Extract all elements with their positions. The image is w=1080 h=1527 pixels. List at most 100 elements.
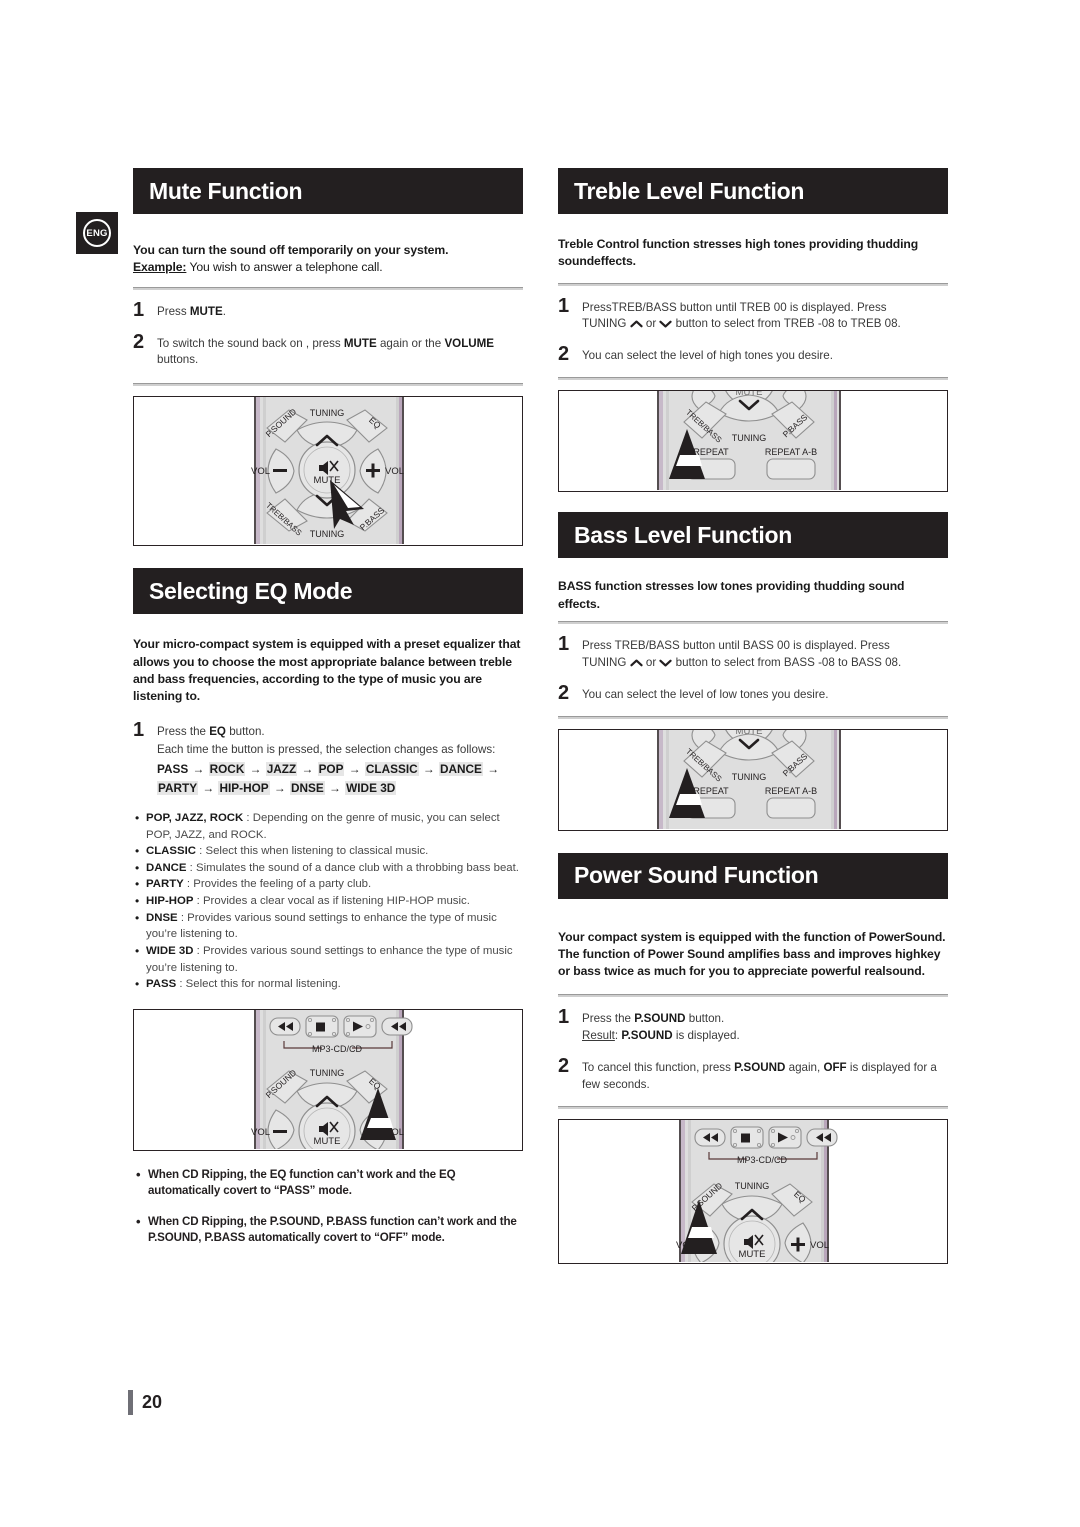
svg-text:VOL: VOL — [251, 1127, 270, 1138]
step-number: 2 — [558, 681, 570, 704]
page-number: 20 — [128, 1390, 162, 1415]
eq-mode-text: : Provides a clear vocal as if listening… — [193, 895, 470, 908]
eq-mode-classic: CLASSIC — [364, 762, 419, 777]
power-sound-title: Power Sound Function — [574, 862, 819, 888]
divider — [133, 383, 523, 387]
arrow-icon: → — [270, 781, 289, 796]
divider — [133, 286, 523, 290]
eq-mode-text: : Select this when listening to classica… — [196, 845, 429, 858]
arrow-icon: → — [246, 762, 265, 777]
divider — [558, 715, 948, 719]
eq-mode-party: PARTY — [157, 781, 199, 796]
eq-mode-term: PARTY — [146, 878, 184, 891]
step-text: Press the P.SOUND button. Result: P.SOUN… — [582, 1012, 740, 1043]
remote-dpad-mute-svg: MUTE P.SOUND EQ TREB/BASS P.BASS TUNING … — [251, 397, 404, 545]
divider — [558, 282, 948, 286]
remote-trebbass-svg-1: MUTE TUNING TREB/BASS P.BASS — [657, 391, 841, 491]
mute-intro: You can turn the sound off temporarily o… — [133, 243, 449, 275]
svg-text:TUNING: TUNING — [310, 1068, 345, 1078]
svg-text:TUNING: TUNING — [310, 408, 345, 418]
illustration-remote-dpad-mute: MUTE P.SOUND EQ TREB/BASS P.BASS TUNING … — [133, 396, 523, 547]
eq-mode-term: DNSE — [146, 911, 178, 924]
eq-mode-description: PASS : Select this for normal listening. — [133, 976, 523, 993]
remote-transport-eq-svg: MP3-CD/CD MUTE P.SOUND EQ TUNING VOL VOL — [251, 1009, 413, 1149]
illustration-remote-psound: MP3-CD/CD MUTE P.SOUND EQ TUNING VOL — [558, 1118, 948, 1264]
svg-text:REPEAT A-B: REPEAT A-B — [765, 447, 817, 457]
step-text: Press the EQ button. Each time the butto… — [157, 720, 523, 798]
eq-mode-dnse: DNSE — [290, 781, 325, 796]
eq-mode-description: HIP-HOP : Provides a clear vocal as if l… — [133, 893, 523, 910]
step-item: 1 Press MUTE. — [133, 298, 523, 321]
note-item: When CD Ripping, the P.SOUND, P.BASS fun… — [133, 1213, 523, 1247]
step-item: 1 Press TREB/BASS button until BASS 00 i… — [558, 632, 948, 672]
svg-text:TUNING: TUNING — [732, 772, 767, 782]
power-sound-steps: 1 Press the P.SOUND button. Result: P.SO… — [558, 1007, 948, 1093]
eq-mode-description: WIDE 3D : Provides various sound setting… — [133, 943, 523, 976]
section-header-treble: Treble Level Function — [558, 168, 948, 214]
eq-intro: Your micro-compact system is equipped wi… — [133, 637, 521, 704]
step-number: 1 — [558, 632, 570, 655]
section-header-bass: Bass Level Function — [558, 512, 948, 559]
eq-mode-wide-3d: WIDE 3D — [345, 781, 397, 796]
arrow-icon: → — [199, 781, 218, 796]
eq-mode-jazz: JAZZ — [265, 762, 298, 777]
eq-mode-pop: POP — [317, 762, 345, 777]
left-column: Mute Function You can turn the sound off… — [133, 168, 523, 1261]
svg-text:MP3-CD/CD: MP3-CD/CD — [312, 1044, 363, 1054]
svg-text:MP3-CD/CD: MP3-CD/CD — [737, 1155, 788, 1165]
eq-mode-text: : Provides the feeling of a party club. — [183, 878, 372, 891]
bass-intro: BASS function stresses low tones providi… — [558, 579, 905, 611]
chevron-up-icon — [630, 659, 643, 667]
section-header-power-sound: Power Sound Function — [558, 852, 948, 899]
chevron-down-icon — [659, 320, 673, 328]
eq-mode-text: : Select this for normal listening. — [176, 978, 341, 991]
illustration-remote-transport-eq: MP3-CD/CD MUTE P.SOUND EQ TUNING VOL VOL — [133, 1008, 523, 1151]
arrow-icon: → — [483, 762, 500, 777]
step-text: You can select the level of low tones yo… — [582, 687, 829, 701]
arrow-icon: → — [189, 762, 208, 777]
step-text: PressTREB/BASS button until TREB 00 is d… — [582, 300, 901, 331]
svg-text:VOL: VOL — [251, 466, 270, 477]
eq-mode-rock: ROCK — [208, 762, 246, 777]
svg-text:REPEAT A-B: REPEAT A-B — [765, 786, 817, 796]
step-item: 2 To switch the sound back on , press MU… — [133, 330, 523, 370]
step-number: 2 — [133, 330, 145, 353]
step-item: 1 Press the P.SOUND button. Result: P.SO… — [558, 1007, 948, 1045]
eq-mode-term: WIDE 3D — [146, 945, 194, 958]
arrow-icon: → — [325, 781, 345, 796]
step-number: 1 — [558, 294, 570, 317]
step-item: 2 You can select the level of low tones … — [558, 681, 948, 704]
eq-mode-text: : Provides various sound settings to enh… — [146, 911, 497, 941]
power-sound-intro: Your compact system is equipped with the… — [558, 929, 946, 979]
language-badge: ENG — [76, 212, 118, 254]
note-item: When CD Ripping, the EQ function can’t w… — [133, 1166, 523, 1200]
arrow-icon: → — [419, 762, 438, 777]
step-item: 2 To cancel this function, press P.SOUND… — [558, 1056, 948, 1094]
treble-steps: 1 PressTREB/BASS button until TREB 00 is… — [558, 294, 948, 366]
manual-page: ENG Mute Function You can turn the sound… — [0, 0, 1080, 1527]
step-text: You can select the level of high tones y… — [582, 349, 833, 363]
eq-mode-pass: PASS — [157, 762, 189, 777]
treble-intro: Treble Control function stresses high to… — [558, 237, 919, 269]
section-header-mute: Mute Function — [133, 168, 523, 214]
step-number: 1 — [558, 1006, 570, 1029]
step-item: 2 You can select the level of high tones… — [558, 344, 948, 365]
step-number: 1 — [133, 718, 145, 741]
language-badge-label: ENG — [83, 219, 111, 247]
eq-step-sub: Each time the button is pressed, the sel… — [157, 743, 496, 757]
page-number-bar — [128, 1390, 133, 1415]
step-number: 2 — [558, 343, 570, 366]
eq-mode-description: POP, JAZZ, ROCK : Depending on the genre… — [133, 810, 523, 843]
step-number: 1 — [133, 298, 145, 321]
step-number: 2 — [558, 1055, 570, 1078]
step-text: Press MUTE. — [157, 304, 226, 318]
svg-text:MUTE: MUTE — [314, 1136, 341, 1147]
svg-text:TUNING: TUNING — [310, 529, 345, 539]
eq-title: Selecting EQ Mode — [149, 577, 353, 604]
svg-text:TUNING: TUNING — [732, 433, 767, 443]
eq-mode-dance: DANCE — [438, 762, 483, 777]
mute-example-text: You wish to answer a telephone call. — [186, 260, 383, 275]
eq-mode-term: DANCE — [146, 861, 187, 874]
svg-text:VOL: VOL — [385, 466, 404, 477]
eq-mode-term: POP, JAZZ, ROCK — [146, 811, 244, 824]
